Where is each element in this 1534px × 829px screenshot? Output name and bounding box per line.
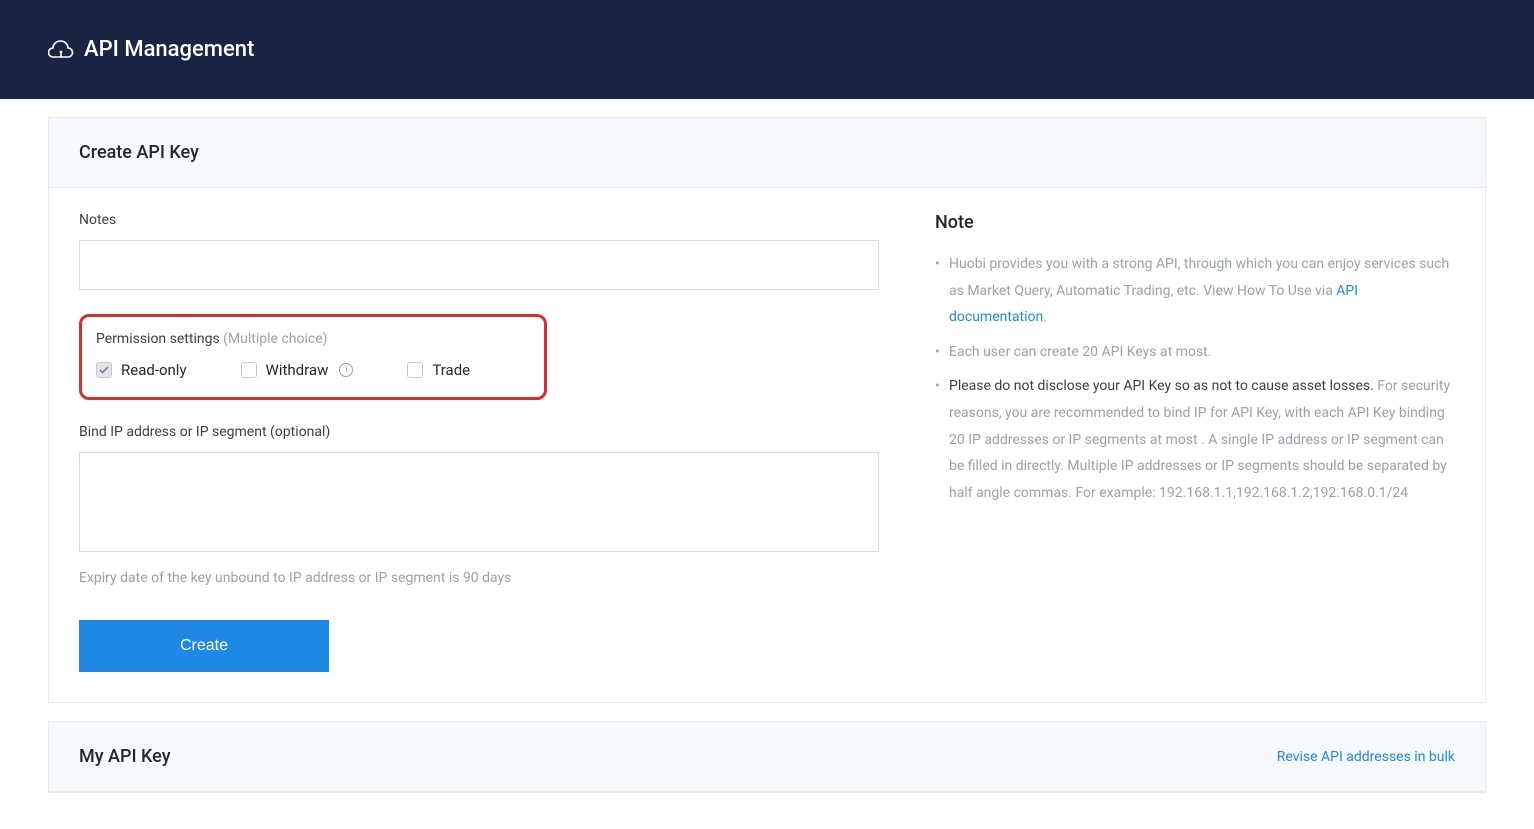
create-title: Create API Key bbox=[79, 142, 199, 163]
ip-label: Bind IP address or IP segment (optional) bbox=[79, 424, 879, 440]
note-item-2: Each user can create 20 API Keys at most… bbox=[935, 339, 1455, 366]
note-item-3: Please do not disclose your API Key so a… bbox=[935, 373, 1455, 506]
revise-link[interactable]: Revise API addresses in bulk bbox=[1277, 749, 1455, 765]
perm-trade: Trade bbox=[407, 361, 470, 379]
notes-label: Notes bbox=[79, 212, 879, 228]
main-container: Create API Key Notes Permission settings… bbox=[0, 99, 1534, 829]
create-card-header: Create API Key bbox=[49, 118, 1485, 188]
perm-readonly: Read-only bbox=[96, 361, 187, 379]
permission-label: Permission settings (Multiple choice) bbox=[96, 331, 528, 347]
info-icon[interactable]: i bbox=[339, 363, 353, 377]
note-list: Huobi provides you with a strong API, th… bbox=[935, 251, 1455, 506]
ip-textarea[interactable] bbox=[79, 452, 879, 552]
notes-input[interactable] bbox=[79, 240, 879, 290]
permission-section: Permission settings (Multiple choice) Re… bbox=[79, 314, 547, 400]
note-title: Note bbox=[935, 212, 1455, 233]
checkbox-trade[interactable] bbox=[407, 362, 423, 378]
my-api-header: My API Key Revise API addresses in bulk bbox=[49, 722, 1485, 792]
page-title: API Management bbox=[84, 37, 254, 62]
perm-withdraw: Withdraw i bbox=[241, 361, 354, 379]
cloud-icon bbox=[48, 40, 74, 60]
checkbox-withdraw[interactable] bbox=[241, 362, 257, 378]
page-header: API Management bbox=[0, 0, 1534, 99]
form-column: Notes Permission settings (Multiple choi… bbox=[79, 212, 879, 672]
my-api-card: My API Key Revise API addresses in bulk bbox=[48, 721, 1486, 793]
perm-trade-label: Trade bbox=[432, 361, 470, 379]
expiry-hint: Expiry date of the key unbound to IP add… bbox=[79, 570, 879, 586]
permission-row: Read-only Withdraw i bbox=[96, 361, 528, 379]
my-api-title: My API Key bbox=[79, 746, 171, 767]
create-api-card: Create API Key Notes Permission settings… bbox=[48, 117, 1486, 703]
perm-withdraw-label: Withdraw bbox=[266, 361, 329, 379]
create-button[interactable]: Create bbox=[79, 620, 329, 672]
checkbox-readonly[interactable] bbox=[96, 362, 112, 378]
create-card-body: Notes Permission settings (Multiple choi… bbox=[49, 188, 1485, 702]
page-title-wrap: API Management bbox=[48, 37, 254, 62]
perm-readonly-label: Read-only bbox=[121, 361, 187, 379]
note-column: Note Huobi provides you with a strong AP… bbox=[935, 212, 1455, 672]
note-item-1: Huobi provides you with a strong API, th… bbox=[935, 251, 1455, 331]
